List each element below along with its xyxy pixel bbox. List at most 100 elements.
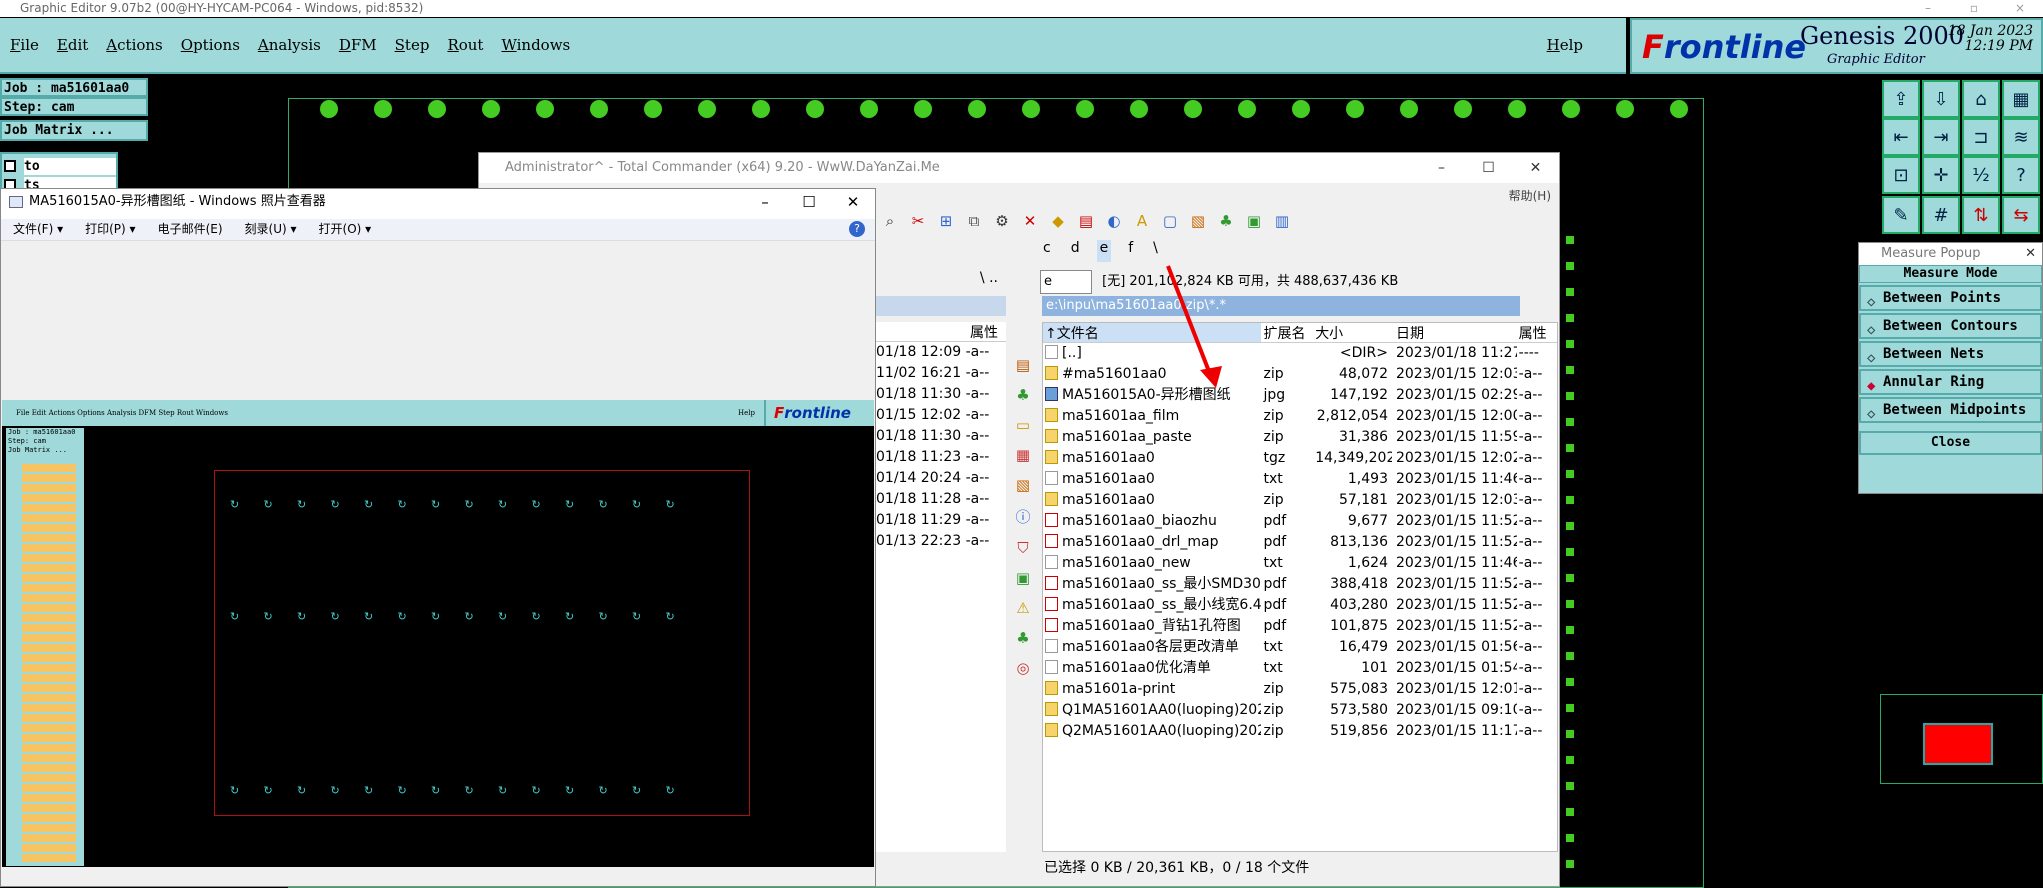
left-file-row[interactable]: 01/15 12:02 -a-- <box>876 405 1006 426</box>
help-icon[interactable]: ? <box>2002 156 2040 194</box>
tool-icon[interactable]: ▧ <box>1016 476 1030 494</box>
warning-icon[interactable]: ⚠ <box>1016 599 1029 617</box>
file-row[interactable]: ma51601aa0优化清单 txt 101 2023/01/15 01:54 -a-- <box>1043 658 1557 679</box>
option-between-contours[interactable]: ◇ Between Contours <box>1859 313 2042 339</box>
file-row[interactable]: ma51601aa0_drl_map pdf 813,136 2023/01/15 1… <box>1043 532 1557 553</box>
tool-icon[interactable]: ⊞ <box>934 209 958 233</box>
maximize-button[interactable]: ☐ <box>1465 153 1512 183</box>
menu-email[interactable]: 电子邮件(E) <box>158 219 223 240</box>
tool-icon[interactable]: ⚙ <box>990 209 1014 233</box>
measure-close-button[interactable]: Close <box>1859 431 2042 455</box>
tool-icon[interactable]: ▦ <box>2002 80 2040 118</box>
col-ext[interactable]: 扩展名 <box>1261 323 1315 342</box>
file-row[interactable]: ma51601aa0 tgz 14,349,202 2023/01/15 12:02-… <box>1043 448 1557 469</box>
menu-edit[interactable]: Edit <box>57 36 88 54</box>
file-row[interactable]: ma51601aa0_ss_最小SMD30 pdf 388,418 2023/01/1… <box>1043 574 1557 595</box>
file-row[interactable]: ma51601aa0 txt 1,493 2023/01/15 11:46 -a-- <box>1043 469 1557 490</box>
menu-print[interactable]: 打印(P) ▾ <box>85 219 135 240</box>
col-attr[interactable]: 属性 <box>1517 323 1557 342</box>
left-file-row[interactable]: 11/02 16:21 -a-- <box>876 363 1006 384</box>
minimize-button[interactable]: – <box>1418 153 1465 183</box>
tool-icon[interactable]: ▦ <box>1016 446 1030 464</box>
pdf-icon[interactable]: ▤ <box>1016 356 1030 374</box>
tool-icon[interactable]: ◐ <box>1102 209 1126 233</box>
tool-icon[interactable]: ✛ <box>1922 156 1960 194</box>
file-row[interactable]: ma51601aa0_new txt 1,624 2023/01/15 11:46 -a… <box>1043 553 1557 574</box>
tool-icon[interactable]: ⇤ <box>1882 118 1920 156</box>
tool-icon[interactable]: ⊐ <box>1962 118 2000 156</box>
left-file-row[interactable]: 01/18 12:09 -a-- <box>876 342 1006 363</box>
menu-actions[interactable]: Actions <box>106 36 162 54</box>
shield-icon[interactable]: ⛉ <box>1017 539 1028 557</box>
help-icon[interactable]: ? <box>849 221 865 237</box>
minimize-button[interactable]: – <box>1905 0 1951 16</box>
menu-file[interactable]: 文件(F) ▾ <box>13 219 63 240</box>
tool-icon[interactable]: ♣ <box>1016 629 1029 647</box>
tool-icon[interactable]: A <box>1130 209 1154 233</box>
drive-f[interactable]: f <box>1125 240 1136 262</box>
minimap[interactable] <box>1880 694 2043 784</box>
file-row[interactable]: Q2MA51601AA0(luoping)202... zip 519,856 202… <box>1043 721 1557 742</box>
option-between-midpoints[interactable]: ◇ Between Midpoints <box>1859 397 2042 423</box>
delete-icon[interactable]: ✕ <box>1018 209 1042 233</box>
tool-icon[interactable]: ⇪ <box>1882 80 1920 118</box>
option-between-points[interactable]: ◇ Between Points <box>1859 285 2042 311</box>
option-annular-ring[interactable]: ◆ Annular Ring <box>1859 369 2042 395</box>
menu-open[interactable]: 打开(O) ▾ <box>319 219 372 240</box>
binoculars-icon[interactable]: ⌕ <box>878 209 902 233</box>
menu-help[interactable]: Help <box>1547 36 1583 54</box>
menu-analysis[interactable]: Analysis <box>258 36 321 54</box>
close-button[interactable]: ✕ <box>831 189 875 215</box>
pdf-icon[interactable]: ▤ <box>1074 209 1098 233</box>
tool-icon[interactable]: ≋ <box>2002 118 2040 156</box>
minimize-button[interactable]: – <box>743 189 787 215</box>
info-icon[interactable]: ⓘ <box>1015 506 1030 527</box>
close-button[interactable]: × <box>1997 0 2043 16</box>
col-size[interactable]: 大小 <box>1315 323 1392 342</box>
maximize-button[interactable]: ☐ <box>787 189 831 215</box>
tool-icon[interactable]: ✎ <box>1882 196 1920 234</box>
left-file-row[interactable]: 01/18 11:29 -a-- <box>876 510 1006 531</box>
drive-select[interactable]: e <box>1040 270 1092 294</box>
file-row[interactable]: ma51601aa_film zip 2,812,054 2023/01/15 12:… <box>1043 406 1557 427</box>
menu-rout[interactable]: Rout <box>447 36 483 54</box>
menu-burn[interactable]: 刻录(U) ▾ <box>245 219 297 240</box>
file-row[interactable]: ma51601aa0 zip 57,181 2023/01/15 12:03 -a-- <box>1043 490 1557 511</box>
menu-dfm[interactable]: DFM <box>339 36 377 54</box>
option-between-nets[interactable]: ◇ Between Nets <box>1859 341 2042 367</box>
file-row[interactable]: MA516015A0-异形槽图纸 jpg 147,192 2023/01/15 02:… <box>1043 385 1557 406</box>
drive-e[interactable]: e <box>1096 240 1112 262</box>
tool-icon[interactable]: ⧉ <box>962 209 986 233</box>
menu-windows[interactable]: Windows <box>501 36 570 54</box>
tool-icon[interactable]: ⇅ <box>1962 196 2000 234</box>
file-row[interactable]: ma51601a-print zip 575,083 2023/01/15 12:01… <box>1043 679 1557 700</box>
tool-icon[interactable]: ▣ <box>1016 569 1030 587</box>
left-file-row[interactable]: 01/18 11:30 -a-- <box>876 384 1006 405</box>
drive-root[interactable]: \ <box>1150 240 1161 262</box>
tool-icon[interactable]: ▣ <box>1242 209 1266 233</box>
tool-icon[interactable]: ½ <box>1962 156 2000 194</box>
current-path[interactable]: e:\inpu\ma51601aa0.zip\*.* <box>1042 296 1520 316</box>
maximize-button[interactable]: ▫ <box>1951 0 1997 16</box>
folder-icon[interactable]: ▭ <box>1016 416 1030 434</box>
tool-icon[interactable]: ⊡ <box>1882 156 1920 194</box>
left-file-row[interactable]: 01/18 11:23 -a-- <box>876 447 1006 468</box>
left-file-row[interactable]: 01/18 11:30 -a-- <box>876 426 1006 447</box>
left-file-row[interactable]: 01/13 22:23 -a-- <box>876 531 1006 552</box>
drive-c[interactable]: c <box>1040 240 1054 262</box>
tool-icon[interactable]: ▢ <box>1158 209 1182 233</box>
home-icon[interactable]: ⌂ <box>1962 80 2000 118</box>
tool-icon[interactable]: ◎ <box>1016 659 1029 677</box>
file-row[interactable]: #ma51601aa0 zip 48,072 2023/01/15 12:03 -a-- <box>1043 364 1557 385</box>
file-row[interactable]: Q1MA51601AA0(luoping)202... zip 573,580 202… <box>1043 700 1557 721</box>
file-row[interactable]: ma51601aa0_背钻1孔符图 pdf 101,875 2023/01/15 11… <box>1043 616 1557 637</box>
file-row[interactable]: ma51601aa0_ss_最小线宽6.4... pdf 403,280 2023/0… <box>1043 595 1557 616</box>
close-button[interactable]: ✕ <box>1512 153 1559 183</box>
tool-icon[interactable]: ▧ <box>1186 209 1210 233</box>
tool-icon[interactable]: ◆ <box>1046 209 1070 233</box>
grid-icon[interactable]: # <box>1922 196 1960 234</box>
menu-file[interactable]: File <box>10 36 39 54</box>
tool-icon[interactable]: ⇥ <box>1922 118 1960 156</box>
menu-options[interactable]: Options <box>181 36 240 54</box>
tool-icon[interactable]: ♣ <box>1214 209 1238 233</box>
